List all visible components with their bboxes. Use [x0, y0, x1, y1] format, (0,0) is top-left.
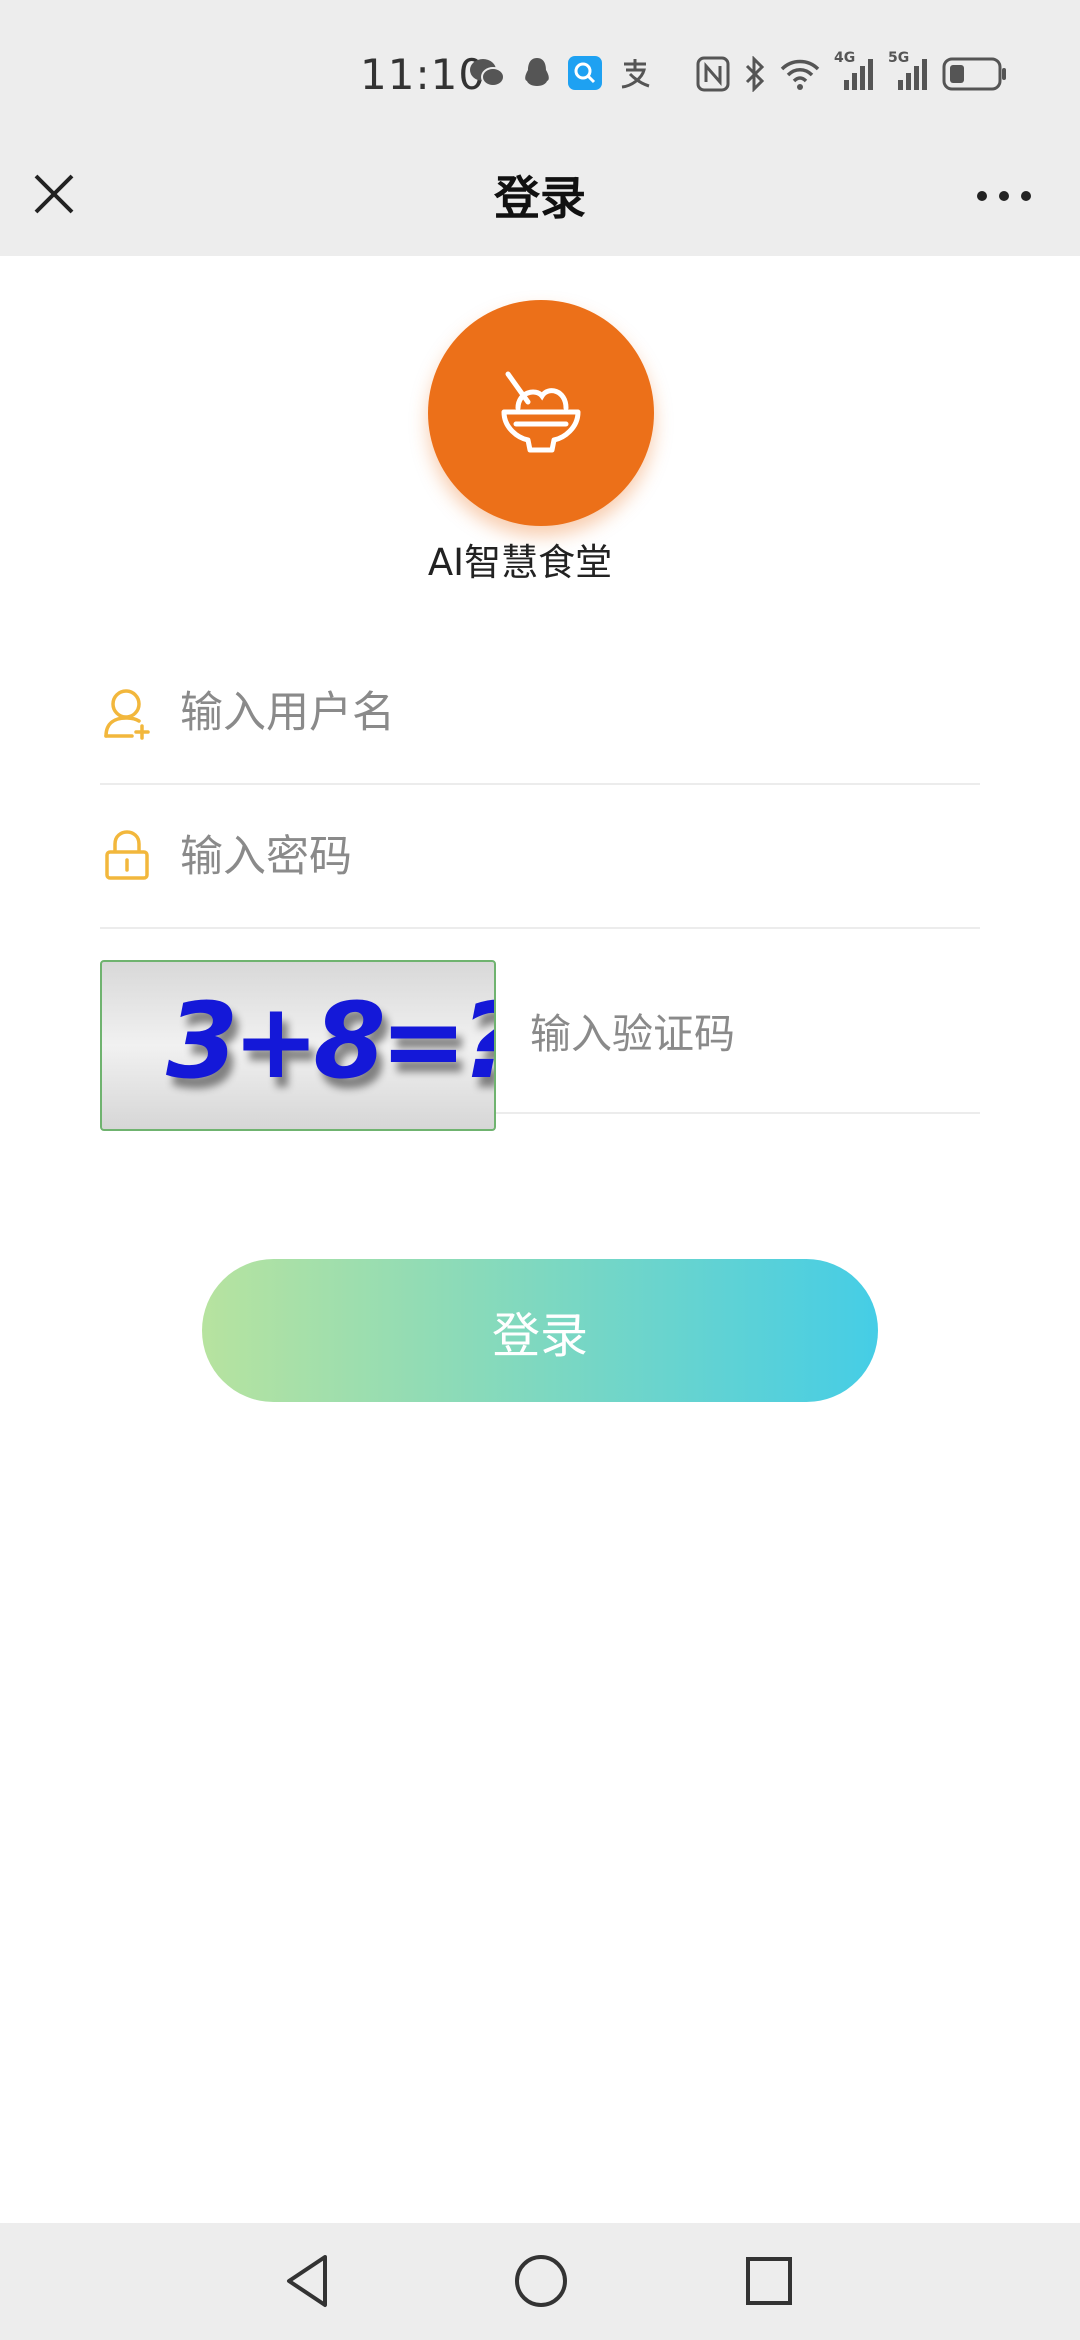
signal-5g-icon: 5G [888, 50, 928, 92]
login-button[interactable]: 登录 [202, 1259, 878, 1402]
app-logo [428, 300, 654, 526]
nfc-icon [696, 56, 730, 92]
rice-bowl-icon [501, 371, 581, 453]
user-icon [104, 689, 150, 740]
back-icon[interactable] [283, 2253, 333, 2309]
qq-icon [525, 58, 549, 86]
status-bar: 11:10 4G 5G [0, 0, 1080, 150]
battery-icon [942, 57, 1006, 91]
captcha-text: 3+8=? [166, 980, 496, 1102]
signal-4g-icon: 4G [834, 50, 874, 92]
password-input[interactable] [180, 832, 940, 882]
password-field [100, 816, 980, 929]
app-name: AI智慧食堂 [427, 541, 613, 584]
captcha-input[interactable] [530, 1010, 970, 1058]
status-icons-right: 4G 5G [696, 50, 1008, 92]
status-icons-left [468, 56, 652, 90]
captcha-image[interactable]: 3+8=? [100, 960, 496, 1131]
username-input[interactable] [180, 688, 940, 738]
search-app-icon [568, 56, 602, 90]
lock-icon [105, 830, 149, 880]
more-icon[interactable] [976, 182, 1032, 210]
page-title: 登录 [494, 171, 586, 225]
alipay-icon [621, 59, 650, 89]
username-field [100, 672, 980, 785]
system-nav-bar [0, 2223, 1080, 2340]
wifi-icon [780, 59, 820, 90]
bluetooth-icon [745, 56, 765, 92]
home-icon[interactable] [513, 2253, 569, 2309]
captcha-divider [496, 1112, 980, 1114]
recents-icon[interactable] [744, 2253, 794, 2309]
nav-bar: 登录 [0, 150, 1080, 256]
wechat-icon [470, 59, 505, 87]
